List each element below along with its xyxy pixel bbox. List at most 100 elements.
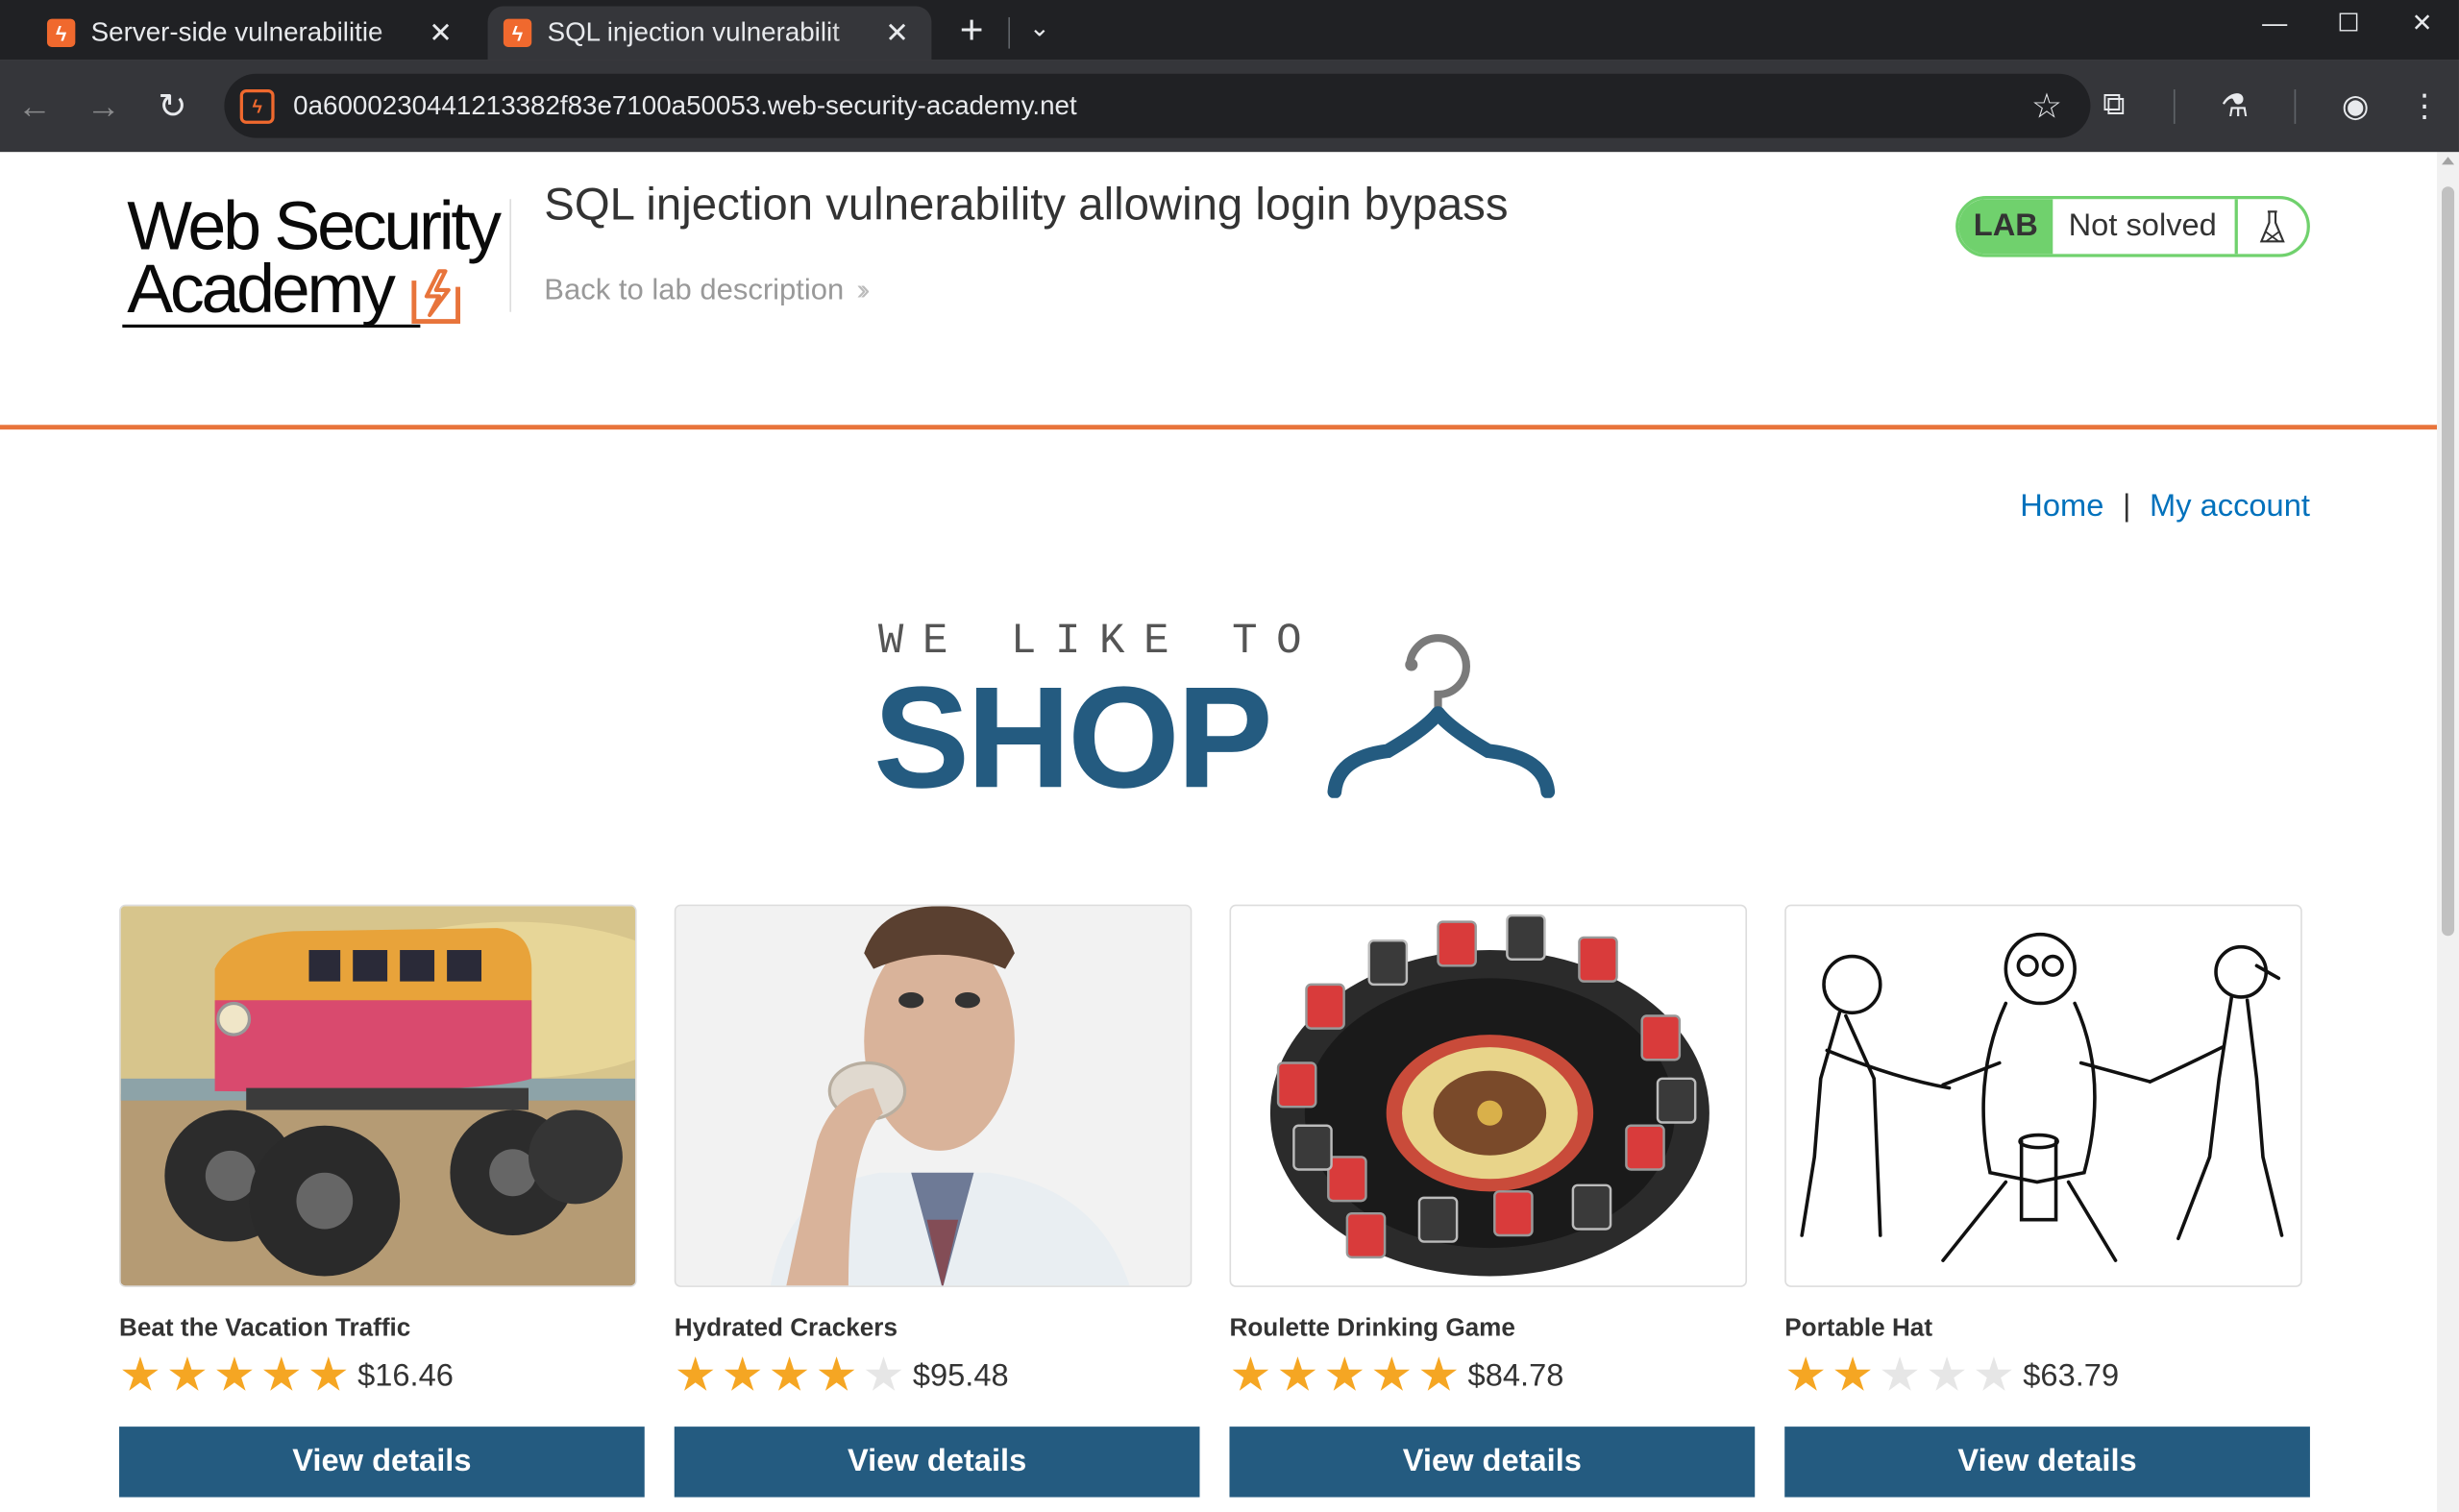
product-card: Roulette Drinking Game ★ ★ ★ ★ ★ $84.78 View… xyxy=(1229,904,1756,1498)
page-scrollbar[interactable] xyxy=(2437,152,2459,1512)
star-filled-icon: ★ xyxy=(1370,1350,1414,1402)
tab-search-chevron-icon[interactable]: ⌄ xyxy=(1029,7,1050,60)
reload-icon[interactable]: ↻ xyxy=(138,85,208,126)
star-filled-icon: ★ xyxy=(1229,1350,1272,1402)
home-link[interactable]: Home xyxy=(2020,489,2103,524)
academy-lightning-icon xyxy=(411,269,460,325)
cartoon-people-illustration xyxy=(1800,932,2284,1262)
star-rating: ★ ★ ★ ★ ★ xyxy=(1229,1353,1464,1400)
star-filled-icon: ★ xyxy=(768,1350,811,1402)
star-filled-icon: ★ xyxy=(815,1350,858,1402)
url-text[interactable]: 0a6000230441213382f83e7100a50053.web-sec… xyxy=(293,90,2031,122)
scrollbar-thumb[interactable] xyxy=(2442,186,2455,937)
product-rating: ★ ★ ★ ★ ★ $16.46 xyxy=(119,1353,454,1400)
product-card: Hydrated Crackers ★ ★ ★ ★ ★ $95.48 View deta… xyxy=(674,904,1200,1498)
product-rating: ★ ★ ★ ★ ★ $84.78 xyxy=(1229,1353,1563,1400)
star-filled-icon: ★ xyxy=(1832,1350,1875,1402)
nav-separator: | xyxy=(2122,489,2131,524)
tab-separator xyxy=(1008,16,1011,49)
labs-flask-icon[interactable]: ⚗ xyxy=(2201,86,2270,126)
product-rating: ★ ★ ★ ★ ★ $95.48 xyxy=(675,1353,1009,1400)
view-details-button[interactable]: View details xyxy=(1784,1427,2310,1498)
roulette-wheel-illustration xyxy=(1269,914,1709,1277)
flask-svg xyxy=(2259,209,2285,242)
tab-server-side-vulnerabilities[interactable]: ϟ Server-side vulnerabilitie ✕ xyxy=(32,7,476,60)
star-filled-icon: ★ xyxy=(1784,1350,1828,1402)
product-image-roulette-game[interactable] xyxy=(1229,904,1748,1287)
product-price: $95.48 xyxy=(912,1358,1009,1394)
product-price: $84.78 xyxy=(1467,1358,1564,1394)
star-filled-icon: ★ xyxy=(1323,1350,1366,1402)
product-name: Portable Hat xyxy=(1784,1315,1933,1342)
back-to-lab-description-link[interactable]: Back to lab description ›› xyxy=(544,274,870,309)
portswigger-favicon-icon: ϟ xyxy=(46,18,76,47)
portswigger-favicon-icon: ϟ xyxy=(503,18,532,47)
header-divider xyxy=(509,199,512,312)
browser-toolbar: ← → ↻ ϟ 0a6000230441213382f83e7100a50053… xyxy=(0,60,2459,153)
we-like-to-shop-banner: WE LIKE TO SHOP xyxy=(873,620,1563,818)
product-image-monster-truck[interactable] xyxy=(119,904,637,1287)
logo-underline xyxy=(122,324,421,329)
product-name: Roulette Drinking Game xyxy=(1229,1315,1515,1342)
product-image-hydrated-crackers[interactable] xyxy=(674,904,1193,1287)
maximize-icon[interactable]: ☐ xyxy=(2312,0,2386,50)
close-tab-icon[interactable]: ✕ xyxy=(881,16,913,49)
lab-tag: LAB xyxy=(1958,199,2053,255)
product-price: $63.79 xyxy=(2023,1358,2120,1394)
star-filled-icon: ★ xyxy=(674,1350,717,1402)
toolbar-separator xyxy=(2173,88,2176,124)
product-rating: ★ ★ ★ ★ ★ $63.79 xyxy=(1784,1353,2119,1400)
banner-shop-text: SHOP xyxy=(873,658,1273,818)
monster-truck-illustration xyxy=(120,906,635,1286)
star-filled-icon: ★ xyxy=(119,1350,161,1402)
view-details-button[interactable]: View details xyxy=(119,1427,645,1498)
web-page: Web Security Academy SQL injection vulne… xyxy=(0,152,2438,1512)
flask-icon[interactable] xyxy=(2238,199,2307,254)
star-filled-icon: ★ xyxy=(259,1350,303,1402)
academy-lab-header: Web Security Academy SQL injection vulne… xyxy=(0,152,2438,430)
product-name: Beat the Vacation Traffic xyxy=(119,1315,411,1342)
forward-arrow-icon[interactable]: → xyxy=(69,85,138,126)
product-grid: Beat the Vacation Traffic ★ ★ ★ ★ ★ $16.46 V… xyxy=(119,904,2310,1500)
view-details-button[interactable]: View details xyxy=(1229,1427,1756,1498)
view-details-button[interactable]: View details xyxy=(674,1427,1200,1498)
product-card: Portable Hat ★ ★ ★ ★ ★ $63.79 View details xyxy=(1784,904,2310,1498)
product-price: $16.46 xyxy=(357,1358,454,1394)
back-link-label[interactable]: Back to lab description xyxy=(544,275,844,307)
star-empty-icon: ★ xyxy=(1879,1350,1922,1402)
star-filled-icon: ★ xyxy=(212,1350,256,1402)
browser-tab-strip: ϟ Server-side vulnerabilitie ✕ ϟ SQL inj… xyxy=(0,0,2459,61)
web-security-academy-logo[interactable]: Web Security Academy xyxy=(122,189,511,330)
product-image-portable-hat[interactable] xyxy=(1784,904,2302,1287)
product-card: Beat the Vacation Traffic ★ ★ ★ ★ ★ $16.46 V… xyxy=(119,904,645,1498)
tab-title: Server-side vulnerabilitie xyxy=(90,16,383,47)
close-tab-icon[interactable]: ✕ xyxy=(425,16,456,49)
lab-title: SQL injection vulnerability allowing log… xyxy=(544,180,1509,231)
star-filled-icon: ★ xyxy=(721,1350,764,1402)
top-navigation: Home | My account xyxy=(2020,489,2310,525)
my-account-link[interactable]: My account xyxy=(2150,489,2310,524)
close-window-icon[interactable]: ✕ xyxy=(2385,0,2459,50)
coat-hanger-icon xyxy=(1327,634,1556,798)
star-rating: ★ ★ ★ ★ ★ xyxy=(675,1353,910,1400)
tab-sql-injection[interactable]: ϟ SQL injection vulnerabilit ✕ xyxy=(487,6,932,61)
new-tab-plus-icon[interactable]: + xyxy=(960,7,984,60)
minimize-icon[interactable]: — xyxy=(2238,0,2312,50)
toolbar-right-icons: ⧉ ⚗ ◉ ⋮ xyxy=(2079,60,2459,152)
lab-status-widget: LAB Not solved xyxy=(1955,196,2310,257)
star-filled-icon: ★ xyxy=(1276,1350,1319,1402)
product-name: Hydrated Crackers xyxy=(674,1315,898,1342)
star-rating: ★ ★ ★ ★ ★ xyxy=(1784,1353,2020,1400)
tab-title: SQL injection vulnerabilit xyxy=(547,16,840,47)
bookmark-star-icon[interactable]: ☆ xyxy=(2031,85,2062,126)
star-filled-icon: ★ xyxy=(165,1350,209,1402)
address-bar[interactable]: ϟ 0a6000230441213382f83e7100a50053.web-s… xyxy=(224,73,2091,138)
scroll-up-arrow-icon[interactable] xyxy=(2442,157,2455,165)
extensions-puzzle-icon[interactable]: ⧉ xyxy=(2079,87,2149,124)
browser-menu-dots-icon[interactable]: ⋮ xyxy=(2390,86,2459,126)
back-arrow-icon[interactable]: ← xyxy=(0,85,69,126)
double-chevron-right-icon: ›› xyxy=(856,274,870,307)
profile-avatar-icon[interactable]: ◉ xyxy=(2321,86,2390,126)
star-filled-icon: ★ xyxy=(307,1350,350,1402)
man-eating-cracker-illustration xyxy=(676,906,1191,1286)
